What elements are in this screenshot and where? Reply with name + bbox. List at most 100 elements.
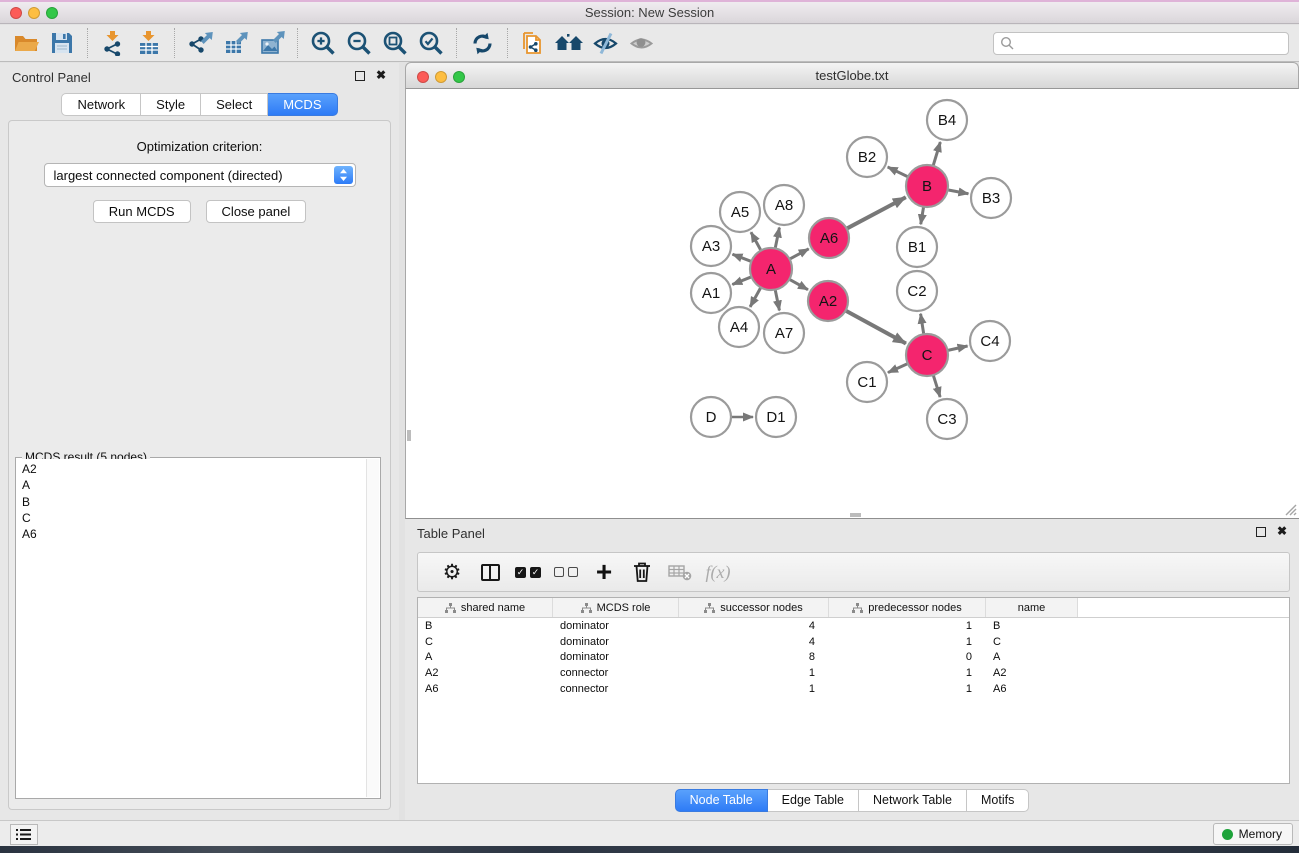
network-node-A2[interactable]: A2	[808, 281, 848, 321]
network-node-A8[interactable]: A8	[764, 185, 804, 225]
export-image-icon[interactable]	[254, 27, 290, 59]
network-edge-A-A8[interactable]	[775, 228, 780, 251]
table-cell[interactable]: A2	[418, 667, 553, 679]
network-node-A5[interactable]: A5	[720, 192, 760, 232]
export-table-icon[interactable]	[218, 27, 254, 59]
table-cell[interactable]: 1	[679, 683, 829, 695]
table-cell[interactable]: dominator	[553, 651, 679, 663]
zoom-fit-icon[interactable]	[377, 27, 413, 59]
table-row[interactable]: A2connector11A2	[418, 665, 1289, 681]
close-window-button[interactable]	[10, 7, 22, 19]
table-cell[interactable]: 1	[829, 636, 986, 648]
task-history-button[interactable]	[10, 824, 38, 845]
zoom-window-button[interactable]	[46, 7, 58, 19]
network-node-C3[interactable]: C3	[927, 399, 967, 439]
mcds-result-item[interactable]: B	[22, 494, 366, 510]
column-header-MCDS-role[interactable]: MCDS role	[553, 598, 679, 617]
deselect-all-columns-icon[interactable]	[547, 555, 585, 589]
network-edge-A-A5[interactable]	[751, 232, 762, 252]
search-input[interactable]	[1015, 34, 1288, 53]
network-edge-A-A1[interactable]	[732, 276, 753, 284]
network-node-B2[interactable]: B2	[847, 137, 887, 177]
run-mcds-button[interactable]: Run MCDS	[93, 200, 191, 223]
table-row[interactable]: Cdominator41C	[418, 634, 1289, 650]
export-network-icon[interactable]	[182, 27, 218, 59]
table-row[interactable]: Adominator80A	[418, 650, 1289, 666]
mcds-result-item[interactable]: C	[22, 510, 366, 526]
table-cell[interactable]: 4	[679, 620, 829, 632]
network-edge-B-B4[interactable]	[933, 142, 941, 168]
table-cell[interactable]: 1	[679, 667, 829, 679]
tab-style[interactable]: Style	[141, 93, 201, 116]
network-zoom-button[interactable]	[453, 71, 465, 83]
column-header-shared-name[interactable]: shared name	[418, 598, 553, 617]
apply-layout-icon[interactable]	[464, 27, 500, 59]
table-cell[interactable]: connector	[553, 667, 679, 679]
import-network-icon[interactable]	[95, 27, 131, 59]
tab-mcds[interactable]: MCDS	[268, 93, 337, 116]
float-table-panel-icon[interactable]	[1256, 527, 1266, 537]
hide-graphics-details-icon[interactable]	[587, 27, 623, 59]
node-table[interactable]: shared nameMCDS rolesuccessor nodesprede…	[417, 597, 1290, 784]
table-cell[interactable]: A6	[986, 683, 1078, 695]
delete-column-icon[interactable]	[623, 555, 661, 589]
column-header-successor-nodes[interactable]: successor nodes	[679, 598, 829, 617]
network-node-B1[interactable]: B1	[897, 227, 937, 267]
tab-motifs[interactable]: Motifs	[967, 789, 1029, 812]
network-edge-B-B3[interactable]	[946, 190, 969, 194]
network-node-B4[interactable]: B4	[927, 100, 967, 140]
network-canvas[interactable]: B4B2BB3A8A5A6A3B1AC2A1A2A4A7C4CC1DD1C3	[405, 89, 1299, 519]
close-table-panel-icon[interactable]: ✖	[1277, 524, 1287, 538]
table-cell[interactable]: dominator	[553, 620, 679, 632]
table-cell[interactable]: A6	[418, 683, 553, 695]
column-header-predecessor-nodes[interactable]: predecessor nodes	[829, 598, 986, 617]
network-node-C1[interactable]: C1	[847, 362, 887, 402]
table-cell[interactable]: dominator	[553, 636, 679, 648]
network-edge-A-A7[interactable]	[775, 288, 780, 311]
float-panel-icon[interactable]	[355, 71, 365, 81]
resize-grip[interactable]	[1283, 502, 1297, 516]
network-edge-B-B2[interactable]	[888, 167, 910, 178]
table-row[interactable]: Bdominator41B	[418, 618, 1289, 634]
houses-icon[interactable]	[551, 27, 587, 59]
network-edge-A6-B[interactable]	[845, 197, 906, 229]
settings-gear-icon[interactable]: ⚙	[433, 555, 471, 589]
network-edge-C-C1[interactable]	[888, 363, 910, 373]
table-cell[interactable]: 1	[829, 683, 986, 695]
table-cell[interactable]: 4	[679, 636, 829, 648]
mcds-result-item[interactable]: A2	[22, 461, 366, 477]
toggle-panel-icon[interactable]	[471, 555, 509, 589]
network-node-A3[interactable]: A3	[691, 226, 731, 266]
network-node-A4[interactable]: A4	[719, 307, 759, 347]
vertical-scroll-nub[interactable]	[407, 430, 411, 441]
tab-network-table[interactable]: Network Table	[859, 789, 967, 812]
network-file-icon[interactable]	[515, 27, 551, 59]
table-cell[interactable]: C	[986, 636, 1078, 648]
memory-button[interactable]: Memory	[1213, 823, 1293, 845]
table-cell[interactable]: C	[418, 636, 553, 648]
network-node-D[interactable]: D	[691, 397, 731, 437]
table-row[interactable]: A6connector11A6	[418, 681, 1289, 697]
network-close-button[interactable]	[417, 71, 429, 83]
network-node-A7[interactable]: A7	[764, 313, 804, 353]
table-cell[interactable]: 1	[829, 620, 986, 632]
network-node-C[interactable]: C	[906, 334, 948, 376]
network-edge-C-C3[interactable]	[933, 373, 940, 397]
table-cell[interactable]: A	[986, 651, 1078, 663]
table-cell[interactable]: 0	[829, 651, 986, 663]
tab-network[interactable]: Network	[61, 93, 141, 116]
network-node-B3[interactable]: B3	[971, 178, 1011, 218]
result-scrollbar[interactable]	[366, 459, 379, 797]
network-node-A[interactable]: A	[750, 248, 792, 290]
add-column-icon[interactable]: +	[585, 555, 623, 589]
close-panel-button[interactable]: Close panel	[206, 200, 307, 223]
network-edge-A-A4[interactable]	[750, 286, 762, 307]
horizontal-scroll-nub[interactable]	[850, 513, 861, 517]
network-node-A6[interactable]: A6	[809, 218, 849, 258]
network-node-A1[interactable]: A1	[691, 273, 731, 313]
network-edge-A-A6[interactable]	[788, 249, 809, 260]
network-edge-A2-C[interactable]	[844, 310, 906, 344]
close-panel-icon[interactable]: ✖	[376, 68, 386, 82]
network-minimize-button[interactable]	[435, 71, 447, 83]
mcds-result-item[interactable]: A6	[22, 526, 366, 542]
